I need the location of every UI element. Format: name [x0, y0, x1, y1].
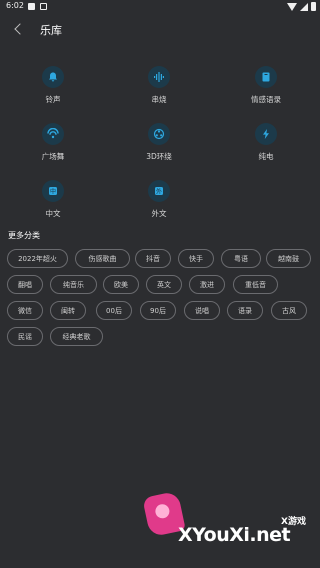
category-square-dance[interactable]: 广场舞: [23, 123, 83, 162]
tag-item[interactable]: 90后: [140, 301, 176, 320]
tag-item[interactable]: 微信: [7, 301, 43, 320]
tag-item[interactable]: 快手: [178, 249, 214, 268]
category-chinese[interactable]: 中 中文: [23, 180, 83, 219]
tag-item[interactable]: 语录: [227, 301, 263, 320]
chinese-glyph: 中: [50, 187, 56, 195]
category-foreign[interactable]: 外 外文: [129, 180, 189, 219]
notification-icon-2: [40, 3, 47, 10]
back-button[interactable]: [10, 20, 28, 38]
tag-item[interactable]: 00后: [96, 301, 132, 320]
category-electronic[interactable]: 纯电: [236, 123, 296, 162]
category-3d-surround[interactable]: 3D环绕: [129, 123, 189, 162]
foreign-icon: 外: [148, 180, 170, 202]
dance-icon: [42, 123, 64, 145]
book-icon: [255, 66, 277, 88]
watermark-brand: XYouXi.net: [178, 524, 291, 546]
status-bar: 6:02: [0, 0, 320, 14]
category-medley[interactable]: 串烧: [129, 66, 189, 105]
category-label: 中文: [45, 209, 61, 218]
tag-item[interactable]: 粤语: [221, 249, 261, 268]
chinese-icon: 中: [42, 180, 64, 202]
tag-item[interactable]: 民谣: [7, 327, 43, 346]
tag-item[interactable]: 说唱: [184, 301, 220, 320]
category-label: 纯电: [258, 152, 274, 161]
surround-icon: [148, 123, 170, 145]
watermark: X游戏 XYouXi.net: [140, 488, 320, 568]
battery-icon: [311, 2, 316, 11]
tag-item[interactable]: 英文: [146, 275, 182, 294]
lightning-icon: [255, 123, 277, 145]
notification-icon: [28, 3, 35, 10]
category-label: 铃声: [45, 95, 61, 104]
category-label: 广场舞: [41, 152, 65, 161]
waveform-icon: [148, 66, 170, 88]
tag-item[interactable]: 重低音: [233, 275, 278, 294]
wifi-icon: [287, 2, 297, 11]
category-label: 外文: [151, 209, 167, 218]
tag-item[interactable]: 欧美: [103, 275, 139, 294]
category-ringtone[interactable]: 铃声: [23, 66, 83, 105]
tag-item[interactable]: 越南鼓: [266, 249, 311, 268]
page-title: 乐库: [40, 24, 62, 37]
tag-item[interactable]: 古风: [271, 301, 307, 320]
foreign-glyph: 外: [156, 187, 162, 195]
signal-icon: [300, 2, 308, 11]
tag-item[interactable]: 经典老歌: [50, 327, 103, 346]
tag-item[interactable]: 伤感歌曲: [75, 249, 130, 268]
tag-item[interactable]: 2022年超火: [7, 249, 68, 268]
category-label: 3D环绕: [146, 152, 172, 161]
category-label: 串烧: [151, 95, 167, 104]
category-label: 情感语录: [251, 95, 281, 104]
tag-item[interactable]: 抖音: [135, 249, 171, 268]
bell-icon: [42, 66, 64, 88]
tag-item[interactable]: 闽转: [50, 301, 86, 320]
status-time: 6:02: [6, 1, 24, 10]
header: 乐库: [0, 18, 320, 40]
more-categories-title: 更多分类: [8, 231, 40, 240]
tag-item[interactable]: 激进: [189, 275, 225, 294]
tag-item[interactable]: 翻唱: [7, 275, 43, 294]
category-quotes[interactable]: 情感语录: [236, 66, 296, 105]
tag-item[interactable]: 纯音乐: [50, 275, 97, 294]
